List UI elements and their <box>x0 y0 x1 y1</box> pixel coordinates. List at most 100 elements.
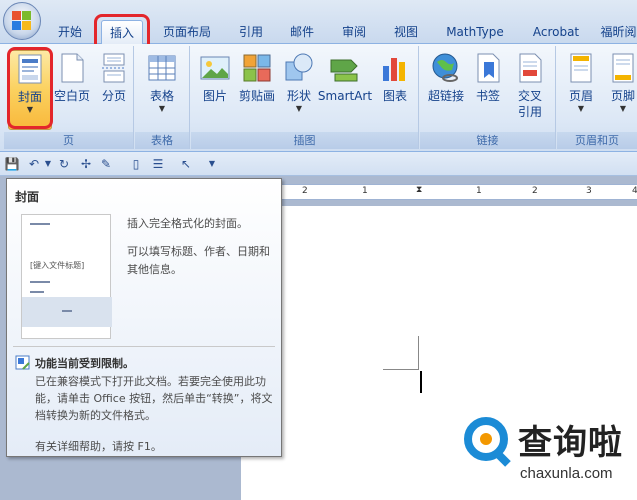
cross-reference-button[interactable]: 交叉 引用 <box>508 50 552 130</box>
horizontal-ruler[interactable]: 2 1 ⧗ 1 2 3 4 <box>280 184 637 200</box>
illustrations-group: 图片 剪贴画 形状 ▼ SmartArt 图表 插图 <box>191 46 419 149</box>
save-icon[interactable]: 💾 <box>4 156 20 172</box>
header-footer-group-label: 页眉和页 <box>557 132 637 149</box>
margin-corner-mark <box>383 336 419 370</box>
warning-title: 功能当前受到限制。 <box>35 357 134 370</box>
chart-icon <box>379 52 411 84</box>
tab-references[interactable]: 引用 <box>233 20 269 44</box>
footer-button[interactable]: 页脚 ▼ <box>601 50 637 130</box>
tab-acrobat[interactable]: Acrobat <box>525 20 587 44</box>
header-button[interactable]: 页眉 ▼ <box>559 50 603 130</box>
chart-button[interactable]: 图表 <box>373 50 417 130</box>
bookmark-button[interactable]: 书签 <box>466 50 510 130</box>
preview-title-placeholder: [键入文件标题] <box>30 261 85 270</box>
tables-group-label: 表格 <box>135 132 189 149</box>
quick-access-toolbar: 💾 ↶ ▼ ↻ ✢ ✎ ▯ ☰ ↖ ▼ <box>0 152 637 176</box>
ruler-tick: 2 <box>532 186 538 196</box>
header-icon <box>565 52 597 84</box>
tooltip-desc-1: 插入完全格式化的封面。 <box>127 217 248 230</box>
blank-page-label: 空白页 <box>53 89 90 103</box>
indent-marker-icon[interactable]: ⧗ <box>416 185 426 199</box>
smartart-label: SmartArt <box>317 89 373 103</box>
undo-dropdown-icon[interactable]: ▼ <box>40 156 56 172</box>
dropdown-arrow-icon: ▼ <box>158 104 166 113</box>
office-button[interactable] <box>3 2 41 40</box>
redo-icon[interactable]: ↻ <box>56 156 72 172</box>
shapes-label: 形状 <box>286 89 311 103</box>
dropdown-arrow-icon: ▼ <box>619 104 627 113</box>
table-label: 表格 <box>149 89 174 103</box>
dropdown-arrow-icon: ▼ <box>577 104 585 113</box>
edit-icon[interactable]: ✎ <box>98 156 114 172</box>
bookmark-icon <box>472 52 504 84</box>
ruler-tick: 1 <box>476 186 482 196</box>
ruler-tick: 1 <box>362 186 368 196</box>
footer-icon <box>607 52 637 84</box>
blank-page-button[interactable]: 空白页 <box>50 50 94 130</box>
ruler-tick: 3 <box>586 186 592 196</box>
pointer-icon[interactable]: ↖ <box>178 156 194 172</box>
cross-reference-label-1: 交叉 <box>517 89 542 103</box>
page-break-label: 分页 <box>101 89 126 103</box>
compatibility-warning-icon <box>15 355 30 370</box>
smartart-icon <box>329 52 361 84</box>
tab-mathtype[interactable]: MathType <box>440 20 510 44</box>
ruler-tick: 4 <box>632 186 637 196</box>
ruler-tick: 2 <box>302 186 308 196</box>
tab-home[interactable]: 开始 <box>52 20 88 44</box>
new-document-icon[interactable]: ▯ <box>128 156 144 172</box>
tab-view[interactable]: 视图 <box>388 20 424 44</box>
table-button[interactable]: 表格 ▼ <box>140 50 184 130</box>
clip-art-icon <box>241 52 273 84</box>
chart-label: 图表 <box>382 89 407 103</box>
links-group-label: 链接 <box>420 132 555 149</box>
table-icon <box>146 52 178 84</box>
header-footer-group: 页眉 ▼ 页脚 ▼ 页眉和页 <box>557 46 637 149</box>
illustrations-group-label: 插图 <box>191 132 418 149</box>
watermark-url-text: chaxunla.com <box>520 465 613 482</box>
page-break-icon <box>98 52 130 84</box>
ribbon: 封面 ▼ 空白页 分页 页 表格 ▼ 表格 图片 剪贴画 形状 ▼ SmartA… <box>0 44 637 152</box>
footer-label: 页脚 <box>610 89 635 103</box>
tab-foxit[interactable]: 福昕阅 <box>600 20 637 44</box>
help-hint: 有关详细帮助，请按 F1。 <box>35 440 162 453</box>
office-logo-icon <box>12 11 32 31</box>
format-painter-icon[interactable]: ✢ <box>78 156 94 172</box>
hyperlink-globe-icon <box>430 52 462 84</box>
tab-review[interactable]: 审阅 <box>336 20 372 44</box>
shapes-button[interactable]: 形状 ▼ <box>277 50 321 130</box>
tooltip-title: 封面 <box>15 190 40 204</box>
chaxunla-watermark: 查询啦 chaxunla.com <box>458 411 637 491</box>
text-cursor <box>420 371 422 393</box>
tooltip-description: 插入完全格式化的封面。 可以填写标题、作者、日期和其他信息。 <box>127 215 277 289</box>
smartart-button[interactable]: SmartArt <box>317 50 373 130</box>
bookmark-label: 书签 <box>475 89 500 103</box>
tab-page-layout[interactable]: 页面布局 <box>158 20 216 44</box>
tables-group: 表格 ▼ 表格 <box>135 46 190 149</box>
cover-button-highlight <box>7 47 53 129</box>
warning-body: 已在兼容模式下打开此文档。若要完全使用此功能，请单击 Office 按钮，然后单… <box>35 375 273 422</box>
cross-reference-icon <box>514 52 546 84</box>
hyperlink-button[interactable]: 超链接 <box>424 50 468 130</box>
picture-button[interactable]: 图片 <box>193 50 237 130</box>
tooltip-divider <box>13 346 275 347</box>
picture-icon <box>199 52 231 84</box>
header-label: 页眉 <box>568 89 593 103</box>
cover-page-tooltip: 封面 [键入文件标题] 插入完全格式化的封面。 可以填写标题、作者、日期和其他信… <box>6 178 282 457</box>
customize-toolbar-icon[interactable]: ▼ <box>204 156 220 172</box>
tooltip-desc-2: 可以填写标题、作者、日期和其他信息。 <box>127 245 270 276</box>
tab-mailings[interactable]: 邮件 <box>284 20 320 44</box>
pages-group-label: 页 <box>4 132 133 149</box>
shapes-icon <box>283 52 315 84</box>
page-layout-icon[interactable]: ☰ <box>150 156 166 172</box>
picture-label: 图片 <box>202 89 227 103</box>
clip-art-label: 剪贴画 <box>238 89 275 103</box>
links-group: 超链接 书签 交叉 引用 链接 <box>420 46 556 149</box>
page-break-button[interactable]: 分页 <box>92 50 136 130</box>
hyperlink-label: 超链接 <box>427 89 464 103</box>
clip-art-button[interactable]: 剪贴画 <box>235 50 279 130</box>
cover-page-preview: [键入文件标题] <box>21 214 112 339</box>
dropdown-arrow-icon: ▼ <box>295 104 303 113</box>
chaxunla-logo-icon <box>464 417 508 461</box>
cross-reference-label-2: 引用 <box>517 105 542 119</box>
